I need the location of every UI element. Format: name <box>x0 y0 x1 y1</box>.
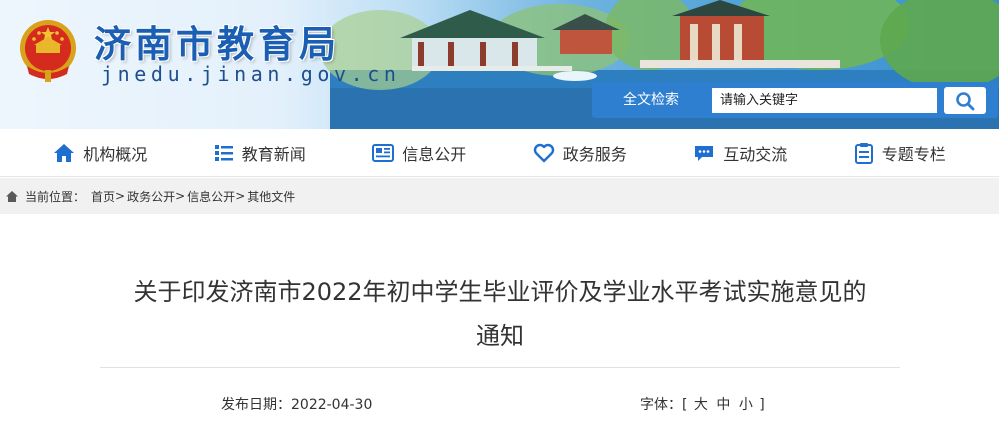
search-input[interactable] <box>712 88 937 113</box>
font-size-selector: 字体：[ 大 中 小 ] <box>640 394 765 414</box>
list-icon <box>214 144 233 161</box>
nav-item-interaction[interactable]: 互动交流 <box>693 129 787 177</box>
article-title: 关于印发济南市2022年初中学生毕业评价及学业水平考试实施意见的 通知 <box>95 270 905 358</box>
breadcrumb: 当前位置： 首页 > 政务公开 > 信息公开 > 其他文件 <box>0 178 999 214</box>
breadcrumb-separator: > <box>115 189 126 203</box>
font-size-large-button[interactable]: 大 <box>694 397 708 413</box>
nav-label: 机构概况 <box>83 144 148 164</box>
search-icon <box>956 91 975 110</box>
breadcrumb-home[interactable]: 首页 <box>91 188 115 205</box>
search-bar: 全文检索 <box>592 82 998 118</box>
font-size-label: 字体：[ <box>640 397 688 413</box>
national-emblem-icon <box>20 20 76 82</box>
newspaper-icon <box>372 143 395 162</box>
publish-date-value: 2022-04-30 <box>291 397 373 413</box>
search-button[interactable] <box>944 87 986 114</box>
nav-item-services[interactable]: 政务服务 <box>533 129 627 177</box>
site-banner: 济南市教育局 jnedu.jinan.gov.cn 全文检索 <box>0 0 999 129</box>
nav-label: 专题专栏 <box>881 144 946 164</box>
breadcrumb-separator: > <box>235 189 246 203</box>
breadcrumb-disclosure[interactable]: 信息公开 <box>187 188 235 205</box>
main-nav: 机构概况 教育新闻 信息公开 政务服务 互动交流 专题专栏 <box>0 129 999 177</box>
chat-icon <box>695 145 714 161</box>
nav-item-organization[interactable]: 机构概况 <box>53 129 147 177</box>
clipboard-icon <box>854 142 873 164</box>
nav-label: 互动交流 <box>723 144 788 164</box>
article-title-line: 关于印发济南市2022年初中学生毕业评价及学业水平考试实施意见的 <box>133 278 867 306</box>
font-size-small-button[interactable]: 小 <box>739 397 753 413</box>
nav-label: 教育新闻 <box>241 144 306 164</box>
divider <box>100 367 900 368</box>
nav-label: 政务服务 <box>562 144 627 164</box>
breadcrumb-separator: > <box>175 189 186 203</box>
site-name[interactable]: 济南市教育局 <box>94 14 340 68</box>
publish-date-label: 发布日期： <box>221 397 291 413</box>
font-size-medium-button[interactable]: 中 <box>716 397 730 413</box>
breadcrumb-other-files[interactable]: 其他文件 <box>247 188 295 205</box>
breadcrumb-affairs[interactable]: 政务公开 <box>127 188 175 205</box>
font-size-close-bracket: ] <box>759 397 765 413</box>
nav-item-disclosure[interactable]: 信息公开 <box>372 129 466 177</box>
search-label: 全文检索 <box>623 92 679 108</box>
site-domain: jnedu.jinan.gov.cn <box>101 62 401 86</box>
home-icon <box>6 190 18 202</box>
breadcrumb-label: 当前位置： <box>25 189 86 204</box>
heart-icon <box>533 143 554 162</box>
article-title-line: 通知 <box>476 322 524 350</box>
nav-label: 信息公开 <box>402 144 467 164</box>
nav-item-news[interactable]: 教育新闻 <box>214 129 306 177</box>
publish-date: 发布日期：2022-04-30 <box>221 394 372 414</box>
nav-item-topics[interactable]: 专题专栏 <box>854 129 946 177</box>
home-icon <box>54 143 75 162</box>
